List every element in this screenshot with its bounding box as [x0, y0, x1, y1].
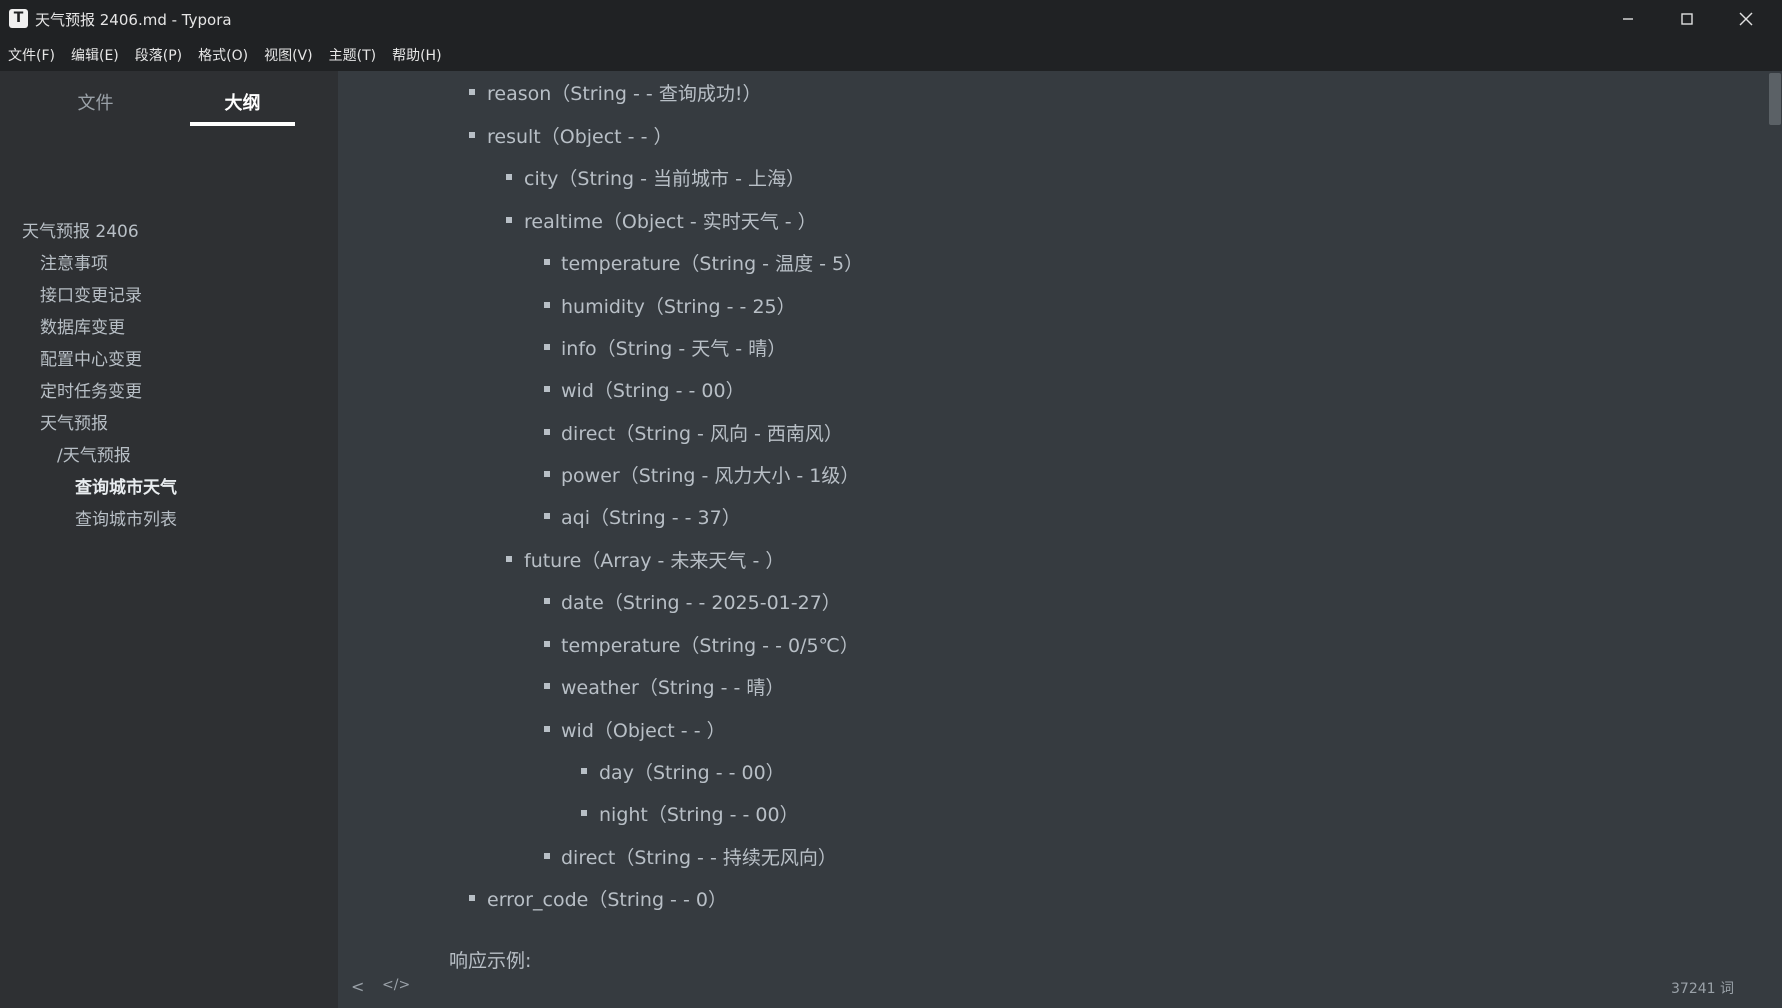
list-bullet [469, 895, 475, 901]
editor-pane[interactable]: reason（String - - 查询成功!） result（Object -… [338, 71, 1782, 1008]
outline-item[interactable]: 数据库变更 [40, 313, 125, 338]
menu-paragraph[interactable]: 段落(P) [135, 45, 182, 65]
list-item[interactable]: weather（String - - 晴） [561, 673, 784, 700]
list-bullet [506, 217, 512, 223]
list-item[interactable]: city（String - 当前城市 - 上海） [524, 164, 805, 191]
list-bullet [544, 641, 550, 647]
list-bullet [469, 89, 475, 95]
list-bullet [544, 471, 550, 477]
menu-view[interactable]: 视图(V) [264, 45, 313, 65]
response-example-label[interactable]: 响应示例: [449, 946, 531, 973]
list-item[interactable]: humidity（String - - 25） [561, 292, 796, 319]
outline-item[interactable]: 查询城市列表 [75, 505, 177, 530]
list-bullet [544, 726, 550, 732]
list-bullet [506, 556, 512, 562]
close-icon [1739, 12, 1753, 26]
outline-item[interactable]: 接口变更记录 [40, 281, 142, 306]
list-bullet [544, 259, 550, 265]
list-bullet [544, 853, 550, 859]
outline-item-active[interactable]: 查询城市天气 [75, 473, 177, 498]
list-bullet [544, 429, 550, 435]
minimize-icon [1623, 18, 1633, 20]
list-bullet [544, 386, 550, 392]
list-item[interactable]: info（String - 天气 - 晴） [561, 334, 786, 361]
word-count[interactable]: 37241 词 [1671, 978, 1734, 998]
list-item[interactable]: error_code（String - - 0） [487, 885, 727, 912]
list-item[interactable]: result（Object - - ） [487, 122, 672, 149]
menu-help[interactable]: 帮助(H) [392, 45, 441, 65]
maximize-icon [1681, 13, 1693, 25]
list-item[interactable]: day（String - - 00） [599, 758, 785, 785]
list-item[interactable]: direct（String - - 持续无风向） [561, 843, 837, 870]
typora-window: T 天气预报 2406.md - Typora 文件(F) 编辑(E) 段落(P… [0, 0, 1782, 1008]
outline-item[interactable]: 定时任务变更 [40, 377, 142, 402]
list-bullet [544, 683, 550, 689]
sidebar: 文件 大纲 天气预报 2406 注意事项 接口变更记录 数据库变更 配置中心变更… [0, 71, 338, 1008]
outline-item[interactable]: 天气预报 [40, 409, 108, 434]
list-item[interactable]: temperature（String - 温度 - 5） [561, 249, 863, 276]
tab-outline[interactable]: 大纲 [190, 89, 295, 125]
menu-edit[interactable]: 编辑(E) [71, 45, 119, 65]
window-title: 天气预报 2406.md - Typora [35, 11, 232, 29]
active-tab-indicator [190, 122, 295, 126]
list-item[interactable]: reason（String - - 查询成功!） [487, 79, 761, 106]
list-bullet [469, 132, 475, 138]
menu-file[interactable]: 文件(F) [8, 45, 55, 65]
list-bullet [544, 344, 550, 350]
outline-item[interactable]: 配置中心变更 [40, 345, 142, 370]
list-bullet [506, 174, 512, 180]
list-item[interactable]: direct（String - 风向 - 西南风） [561, 419, 843, 446]
menu-theme[interactable]: 主题(T) [329, 45, 376, 65]
list-item[interactable]: wid（String - - 00） [561, 376, 745, 403]
outline-item[interactable]: /天气预报 [57, 441, 131, 466]
source-code-mode-icon[interactable]: </> [382, 977, 410, 993]
minimize-button[interactable] [1599, 0, 1657, 38]
list-item[interactable]: future（Array - 未来天气 - ） [524, 546, 784, 573]
list-item[interactable]: realtime（Object - 实时天气 - ） [524, 207, 817, 234]
list-item[interactable]: wid（Object - - ） [561, 716, 726, 743]
list-bullet [581, 810, 587, 816]
typora-app-icon: T [9, 9, 28, 28]
outline-item[interactable]: 注意事项 [40, 249, 108, 274]
toggle-sidebar-icon[interactable]: < [351, 977, 364, 996]
list-item[interactable]: power（String - 风力大小 - 1级） [561, 461, 859, 488]
title-bar: T 天气预报 2406.md - Typora [0, 0, 1782, 38]
list-item[interactable]: aqi（String - - 37） [561, 503, 741, 530]
tab-files[interactable]: 文件 [43, 89, 148, 125]
list-item[interactable]: night（String - - 00） [599, 800, 799, 827]
list-bullet [544, 598, 550, 604]
maximize-button[interactable] [1658, 0, 1716, 38]
list-bullet [544, 513, 550, 519]
menu-bar: 文件(F) 编辑(E) 段落(P) 格式(O) 视图(V) 主题(T) 帮助(H… [0, 38, 1782, 71]
list-bullet [544, 302, 550, 308]
vertical-scrollbar[interactable] [1768, 71, 1782, 1008]
list-item[interactable]: date（String - - 2025-01-27） [561, 588, 841, 615]
list-item[interactable]: temperature（String - - 0/5℃） [561, 631, 859, 658]
outline-item[interactable]: 天气预报 2406 [22, 217, 139, 242]
scrollbar-thumb[interactable] [1769, 73, 1781, 125]
list-bullet [581, 768, 587, 774]
menu-format[interactable]: 格式(O) [198, 45, 248, 65]
close-button[interactable] [1717, 0, 1775, 38]
